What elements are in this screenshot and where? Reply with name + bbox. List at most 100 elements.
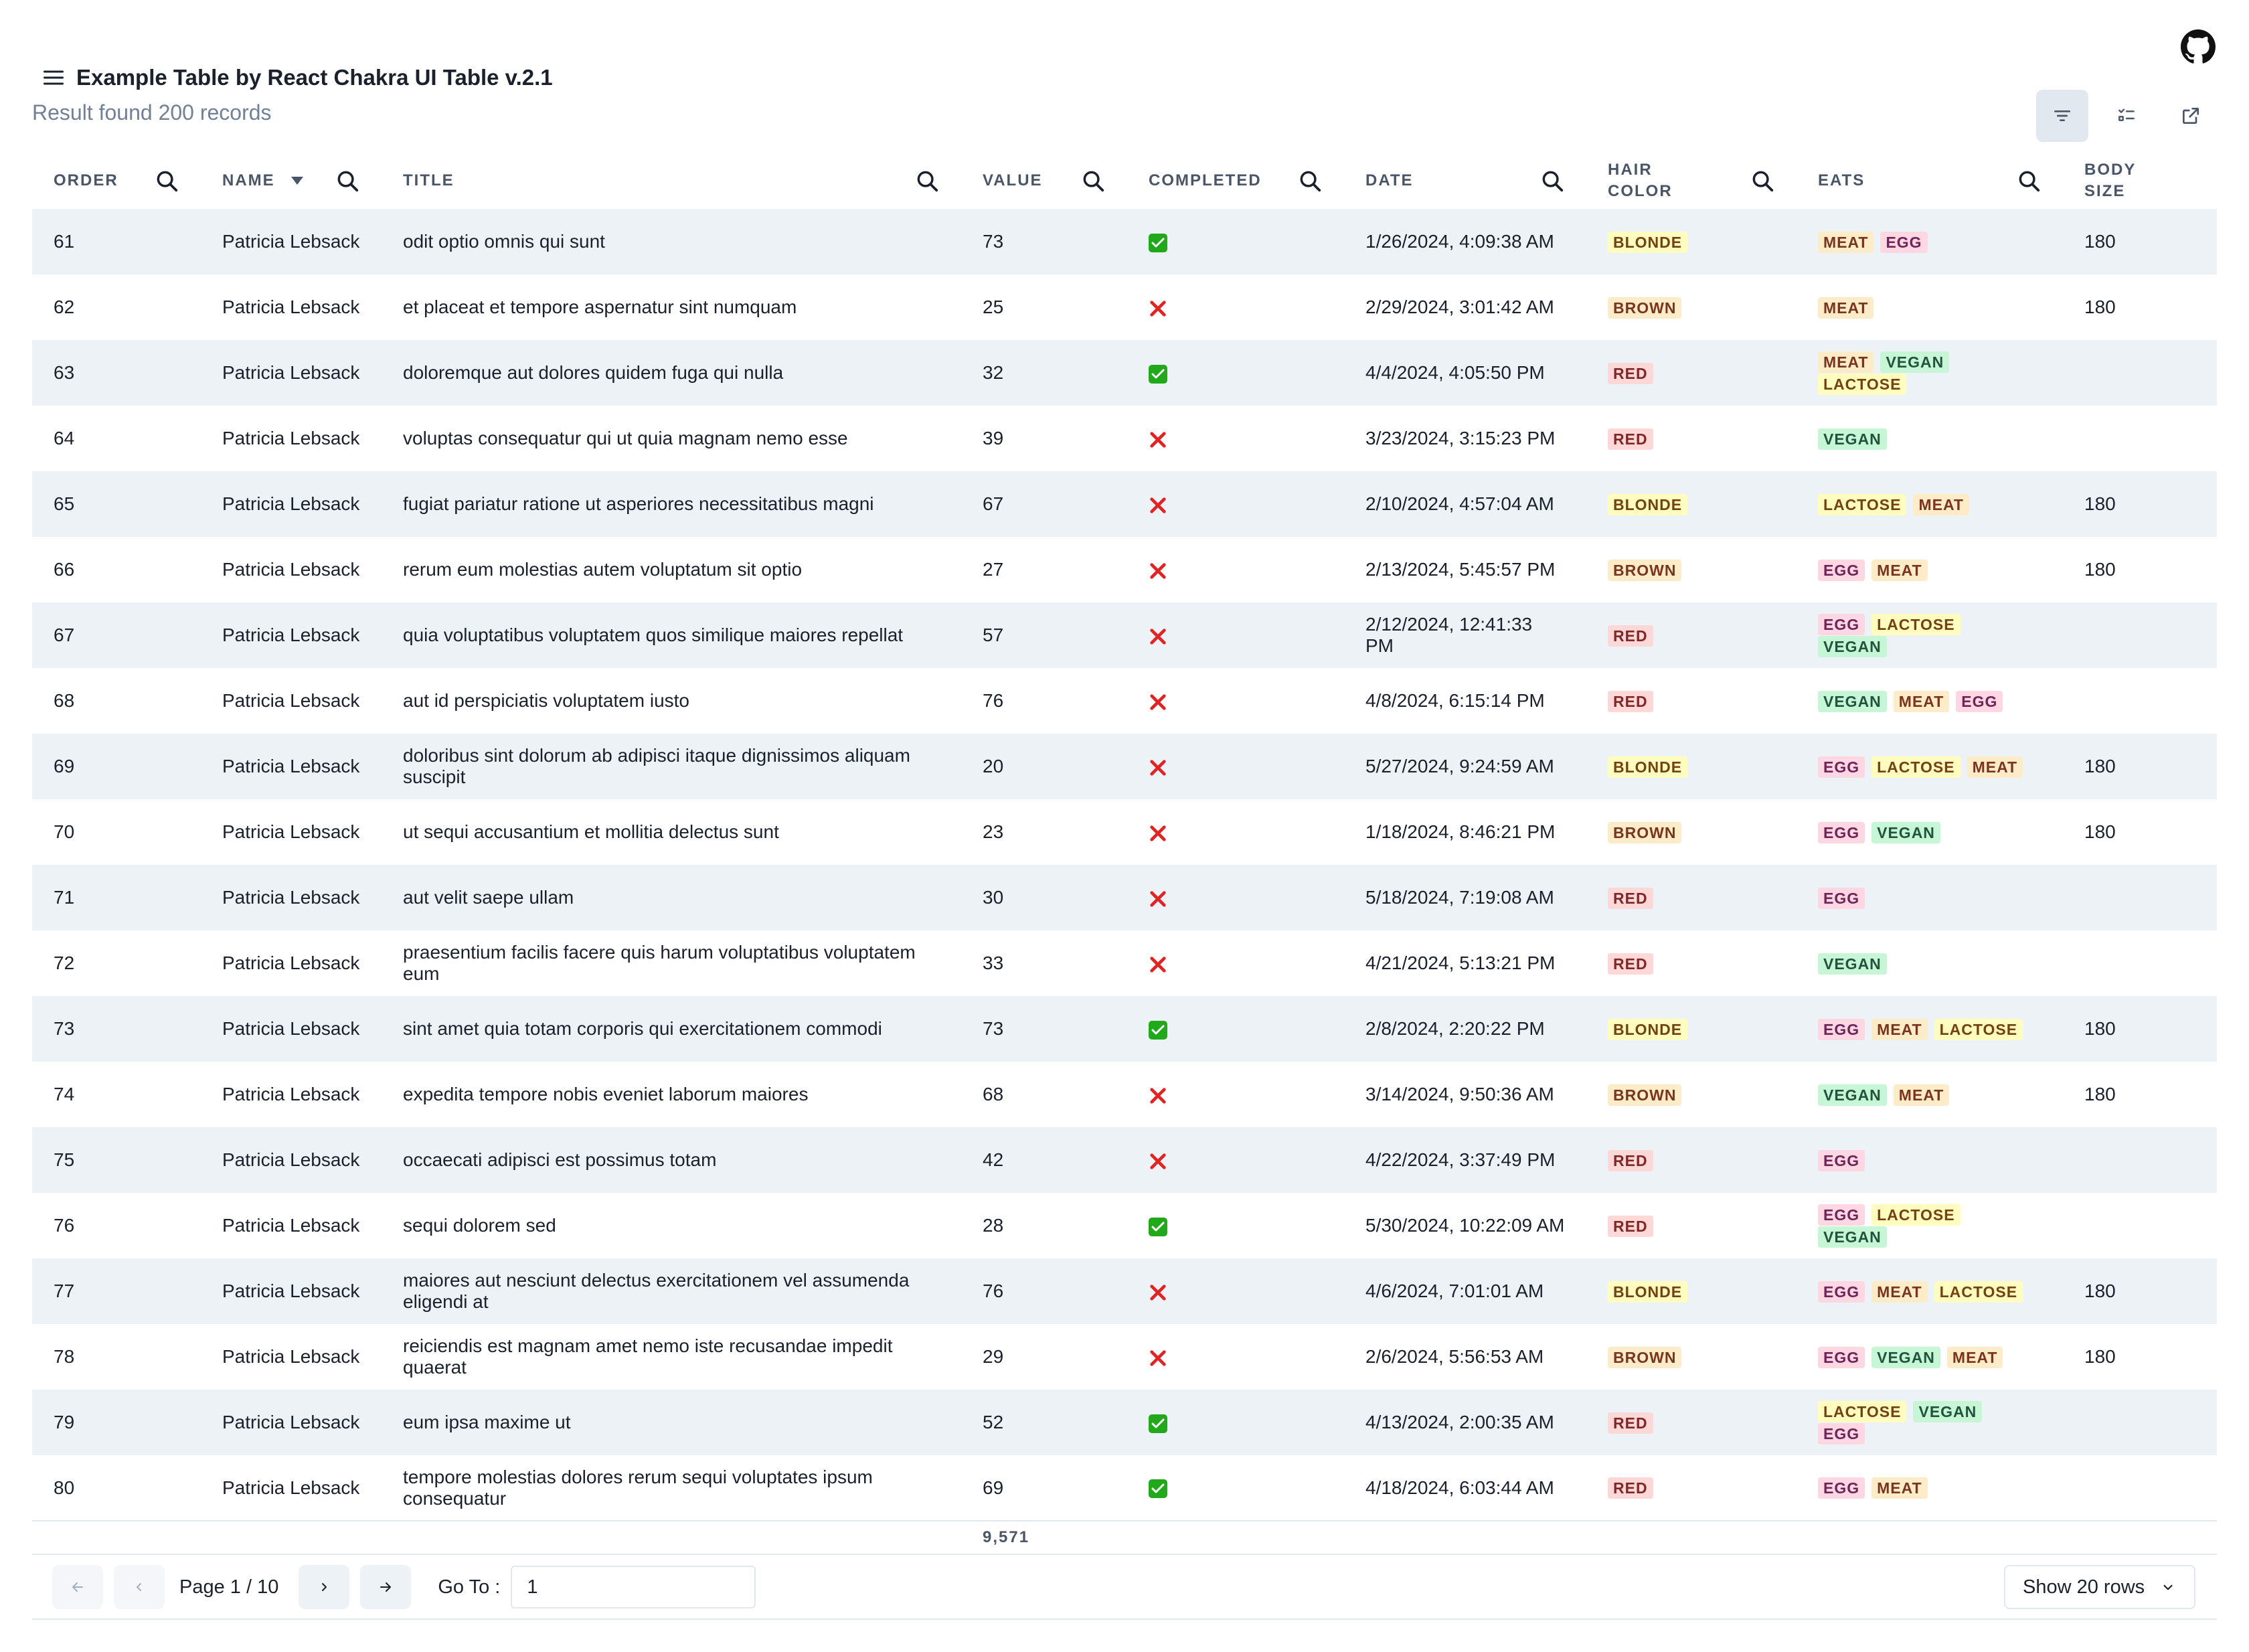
table-row[interactable]: 73 Patricia Lebsack sint amet quia totam c…: [32, 996, 2217, 1062]
cell-eats: EGG VEGAN MEAT: [1797, 1324, 2063, 1390]
cell-value: 28: [961, 1193, 1127, 1258]
filter-button[interactable]: [2036, 90, 2088, 142]
search-icon[interactable]: [154, 168, 179, 193]
cell-value: 25: [961, 274, 1127, 340]
table-row[interactable]: 66 Patricia Lebsack rerum eum molestias au…: [32, 537, 2217, 602]
cell-value: 73: [961, 996, 1127, 1062]
cell-hair-color: BROWN: [1586, 537, 1797, 602]
cell-completed: [1127, 1258, 1344, 1324]
table-row[interactable]: 63 Patricia Lebsack doloremque aut dolores…: [32, 340, 2217, 406]
search-icon[interactable]: [914, 168, 940, 193]
next-page-button[interactable]: [299, 1565, 350, 1609]
table-row[interactable]: 67 Patricia Lebsack quia voluptatibus volu…: [32, 602, 2217, 668]
hair-color-badge: BROWN: [1608, 821, 1682, 843]
hair-color-badge: RED: [1608, 1412, 1653, 1434]
column-header-name[interactable]: NAME: [201, 153, 382, 209]
cell-name: Patricia Lebsack: [201, 1258, 382, 1324]
eats-badge: MEAT: [1818, 297, 1874, 319]
cell-body-size: 180: [2063, 1258, 2217, 1324]
cell-completed: [1127, 406, 1344, 471]
rows-per-page-value: Show 20 rows: [2023, 1576, 2145, 1598]
last-page-button[interactable]: [360, 1565, 412, 1609]
cell-name: Patricia Lebsack: [201, 209, 382, 274]
hair-color-badge: BROWN: [1608, 559, 1682, 581]
cell-date: 4/13/2024, 2:00:35 AM: [1344, 1390, 1586, 1455]
cell-date: 1/26/2024, 4:09:38 AM: [1344, 209, 1586, 274]
goto-label: Go To :: [438, 1576, 501, 1598]
cell-title: tempore molestias dolores rerum sequi vo…: [382, 1455, 961, 1521]
page-title: Example Table by React Chakra UI Table v…: [76, 65, 553, 90]
prev-page-button[interactable]: [114, 1565, 165, 1609]
page-indicator: Page 1 / 10: [179, 1576, 279, 1598]
eats-badge: VEGAN: [1871, 821, 1940, 843]
cell-title: voluptas consequatur qui ut quia magnam …: [382, 406, 961, 471]
column-header-date[interactable]: DATE: [1344, 153, 1586, 209]
search-icon[interactable]: [335, 168, 360, 193]
cell-completed: [1127, 930, 1344, 996]
table-row[interactable]: 77 Patricia Lebsack maiores aut nesciunt d…: [32, 1258, 2217, 1324]
cell-completed: [1127, 1193, 1344, 1258]
cell-date: 2/12/2024, 12:41:33 PM: [1344, 602, 1586, 668]
column-header-hair[interactable]: HAIR COLOR: [1586, 153, 1797, 209]
filter-icon: [2054, 110, 2070, 121]
table-row[interactable]: 64 Patricia Lebsack voluptas consequatur q…: [32, 406, 2217, 471]
export-button[interactable]: [2165, 90, 2217, 142]
table-row[interactable]: 65 Patricia Lebsack fugiat pariatur ration…: [32, 471, 2217, 537]
cell-eats: EGG MEAT LACTOSE: [1797, 1258, 2063, 1324]
cell-hair-color: RED: [1586, 1127, 1797, 1193]
cell-completed: [1127, 1127, 1344, 1193]
first-page-button[interactable]: [52, 1565, 103, 1609]
hair-color-badge: RED: [1608, 362, 1653, 384]
cell-value: 30: [961, 865, 1127, 930]
cell-body-size: [2063, 930, 2217, 996]
goto-page-input[interactable]: 1: [511, 1566, 756, 1608]
eats-badge: MEAT: [1893, 690, 1950, 712]
sort-down-icon[interactable]: [290, 175, 305, 186]
rows-per-page-select[interactable]: Show 20 rows: [2004, 1565, 2195, 1609]
cell-value: 57: [961, 602, 1127, 668]
table-row[interactable]: 68 Patricia Lebsack aut id perspiciatis vo…: [32, 668, 2217, 734]
cell-order: 70: [32, 799, 201, 865]
column-toggle-button[interactable]: [2100, 90, 2153, 142]
search-icon[interactable]: [1539, 168, 1565, 193]
hamburger-menu-icon[interactable]: [41, 66, 66, 90]
search-icon[interactable]: [1080, 168, 1106, 193]
table-row[interactable]: 74 Patricia Lebsack expedita tempore nobis…: [32, 1062, 2217, 1127]
column-header-title[interactable]: TITLE: [382, 153, 961, 209]
cell-name: Patricia Lebsack: [201, 1193, 382, 1258]
column-header-body[interactable]: BODY SIZE: [2063, 153, 2217, 209]
table-row[interactable]: 72 Patricia Lebsack praesentium facilis fa…: [32, 930, 2217, 996]
column-header-completed[interactable]: COMPLETED: [1127, 153, 1344, 209]
search-icon[interactable]: [1750, 168, 1775, 193]
eats-badge: VEGAN: [1818, 690, 1887, 712]
cell-hair-color: RED: [1586, 1193, 1797, 1258]
table-row[interactable]: 78 Patricia Lebsack reiciendis est magnam …: [32, 1324, 2217, 1390]
table-row[interactable]: 79 Patricia Lebsack eum ipsa maxime ut 52 4/…: [32, 1390, 2217, 1455]
cell-date: 3/23/2024, 3:15:23 PM: [1344, 406, 1586, 471]
cross-mark-icon: [1150, 1153, 1166, 1169]
cross-mark-icon: [1150, 956, 1166, 973]
table-row[interactable]: 70 Patricia Lebsack ut sequi accusantium e…: [32, 799, 2217, 865]
table-row[interactable]: 61 Patricia Lebsack odit optio omnis qui s…: [32, 209, 2217, 274]
table-row[interactable]: 62 Patricia Lebsack et placeat et tempore …: [32, 274, 2217, 340]
cell-value: 76: [961, 668, 1127, 734]
cell-order: 79: [32, 1390, 201, 1455]
eats-badge: MEAT: [1818, 231, 1874, 253]
table-row[interactable]: 80 Patricia Lebsack tempore molestias dolo…: [32, 1455, 2217, 1521]
cross-mark-icon: [1150, 890, 1166, 907]
table-header-row: ORDER NAME TITLE VALUE COMPLETED DATE HAIR COL…: [32, 153, 2217, 209]
table-row[interactable]: 75 Patricia Lebsack occaecati adipisci est…: [32, 1127, 2217, 1193]
search-icon[interactable]: [2016, 168, 2042, 193]
check-mark-icon: [1149, 1479, 1167, 1499]
cell-order: 74: [32, 1062, 201, 1127]
table-footer-row: 9,571: [32, 1520, 2217, 1555]
table-row[interactable]: 69 Patricia Lebsack doloribus sint dolorum…: [32, 734, 2217, 799]
column-header-order[interactable]: ORDER: [32, 153, 201, 209]
table-row[interactable]: 71 Patricia Lebsack aut velit saepe ullam 3…: [32, 865, 2217, 930]
cell-name: Patricia Lebsack: [201, 799, 382, 865]
table-row[interactable]: 76 Patricia Lebsack sequi dolorem sed 28 5/3…: [32, 1193, 2217, 1258]
column-header-label: DATE: [1365, 171, 1414, 189]
column-header-value[interactable]: VALUE: [961, 153, 1127, 209]
column-header-eats[interactable]: EATS: [1797, 153, 2063, 209]
search-icon[interactable]: [1297, 168, 1323, 193]
